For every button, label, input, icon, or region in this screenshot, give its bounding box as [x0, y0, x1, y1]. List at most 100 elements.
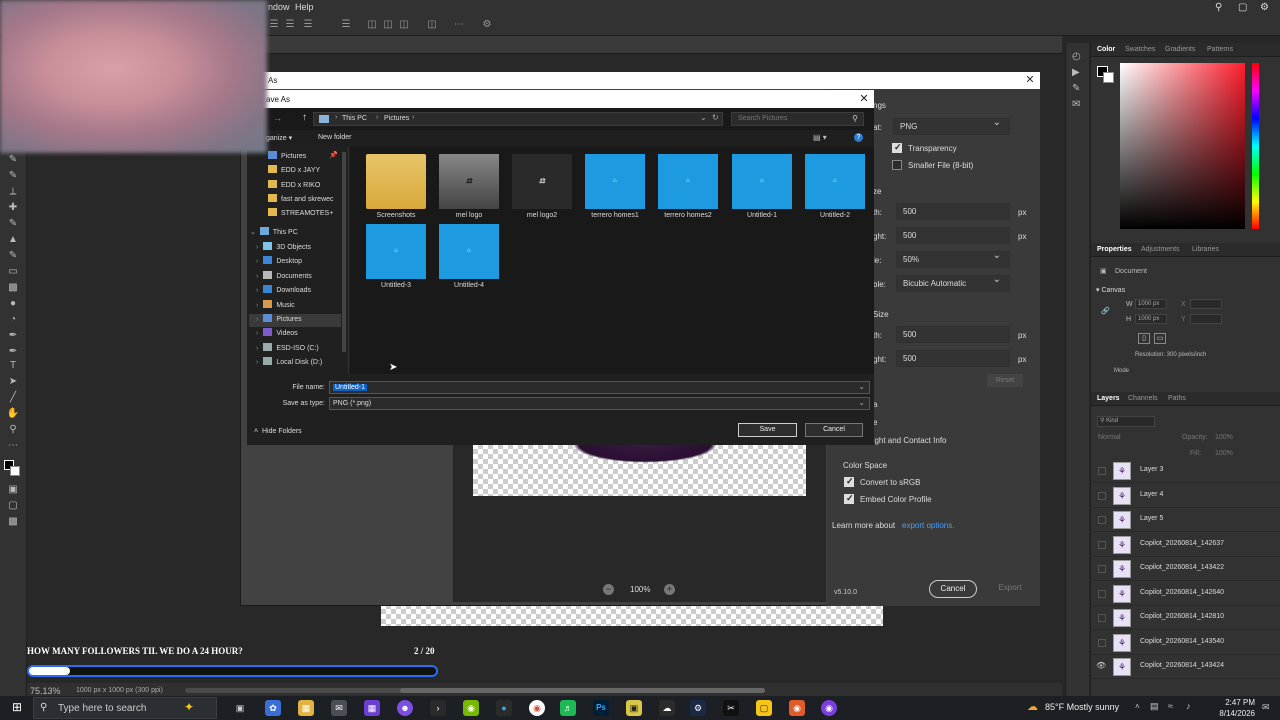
height-field[interactable]: 500: [896, 227, 1010, 244]
spotify-icon[interactable]: ♬: [560, 700, 576, 716]
export-options-link[interactable]: export options.: [902, 521, 954, 530]
scrollbar-thumb[interactable]: [400, 688, 765, 693]
visibility-toggle[interactable]: [1098, 639, 1106, 647]
photoshop-icon[interactable]: Ps: [593, 700, 609, 716]
save-button[interactable]: Save: [738, 423, 797, 437]
comments-icon[interactable]: ✉: [1072, 99, 1080, 110]
layer-row[interactable]: ⚘ Copilot_20260814_142637: [1090, 533, 1280, 557]
play-icon[interactable]: ▶: [1072, 67, 1080, 78]
opacity-field[interactable]: 100%: [1215, 434, 1233, 441]
align-justify-icon[interactable]: ☰: [340, 19, 352, 31]
close-icon[interactable]: ✕: [858, 92, 870, 105]
history-brush-icon[interactable]: ✎: [6, 250, 20, 262]
nav-item-pictures[interactable]: › Pictures: [249, 314, 341, 327]
blur-icon[interactable]: ●: [6, 298, 20, 310]
nav-item-drive-d[interactable]: › Local Disk (D:): [256, 357, 322, 370]
nav-item-folder[interactable]: EDD x JAYY: [268, 165, 320, 178]
tab-swatches[interactable]: Swatches: [1125, 46, 1155, 53]
sticky-notes-icon[interactable]: ▢: [756, 700, 772, 716]
weather-text[interactable]: 85°F Mostly sunny: [1045, 702, 1119, 712]
app-icon[interactable]: ☁: [659, 700, 675, 716]
refresh-icon[interactable]: ↻: [712, 113, 719, 122]
nav-item-documents[interactable]: › Documents: [256, 271, 312, 284]
eyedropper-icon[interactable]: ⟂: [6, 186, 20, 198]
orientation-landscape-icon[interactable]: ▭: [1154, 333, 1166, 344]
reset-button[interactable]: Reset: [987, 374, 1023, 387]
layer-row[interactable]: 👁 ⚘ Copilot_20260814_143424: [1090, 655, 1280, 679]
gear-icon[interactable]: ⚙: [481, 19, 493, 31]
width-field[interactable]: 500: [896, 203, 1010, 220]
align-top-icon[interactable]: ◫: [366, 19, 378, 31]
windows-start-icon[interactable]: ⊞: [10, 700, 24, 714]
visibility-toggle[interactable]: [1098, 590, 1106, 598]
canvas-width-field[interactable]: 500: [896, 326, 1010, 343]
canvas-x-field[interactable]: [1190, 299, 1222, 309]
notifications-icon[interactable]: ✉: [1262, 702, 1270, 713]
forward-arrow-icon[interactable]: →: [273, 113, 282, 123]
chevron-down-icon[interactable]: ⌄: [700, 113, 707, 122]
zoom-level[interactable]: 75.13%: [30, 686, 61, 696]
brush-tool-icon[interactable]: ✎: [6, 154, 20, 166]
edge-icon[interactable]: ●: [496, 700, 512, 716]
canvas-y-field[interactable]: [1190, 314, 1222, 324]
tab-adjustments[interactable]: Adjustments: [1141, 246, 1180, 253]
tab-properties[interactable]: Properties: [1097, 246, 1132, 253]
color-picker-field[interactable]: [1120, 63, 1245, 229]
calendar-app-icon[interactable]: ▦: [364, 700, 380, 716]
link-icon[interactable]: 🔗: [1101, 307, 1110, 315]
settings-icon[interactable]: ⚙: [1260, 2, 1269, 13]
layer-filter-field[interactable]: ⚲ Kind: [1097, 416, 1155, 427]
blend-mode-select[interactable]: Normal: [1098, 434, 1121, 441]
file-item[interactable]: Screenshots: [361, 154, 431, 219]
close-icon[interactable]: ✕: [1024, 73, 1036, 86]
tray-chevron-icon[interactable]: ˄: [1135, 702, 1140, 711]
terminal-icon[interactable]: ›: [430, 700, 446, 716]
steam-icon[interactable]: ⚙: [690, 700, 706, 716]
visibility-toggle[interactable]: [1098, 565, 1106, 573]
chevron-down-icon[interactable]: ⌄: [858, 382, 865, 391]
pen-alt-icon[interactable]: ✒: [6, 346, 20, 358]
file-explorer-icon[interactable]: ▦: [298, 700, 314, 716]
zoom-out-icon[interactable]: −: [603, 584, 614, 595]
pen-icon[interactable]: ✒: [6, 330, 20, 342]
discord-icon[interactable]: ☻: [397, 700, 413, 716]
clock-time[interactable]: 2:47 PM: [1205, 698, 1255, 707]
align-bottom-icon[interactable]: ◫: [398, 19, 410, 31]
search-input[interactable]: Search Pictures ⚲: [731, 112, 864, 126]
mail-icon[interactable]: ✉: [331, 700, 347, 716]
layer-row[interactable]: ⚘ Layer 4: [1090, 484, 1280, 508]
eye-icon[interactable]: 👁: [1096, 661, 1106, 670]
file-item[interactable]: ⚖ mel logo2: [507, 154, 577, 219]
file-item[interactable]: ⌂ Untitled-2: [800, 154, 870, 219]
file-item[interactable]: ⌂ Untitled-4: [434, 224, 504, 289]
screen-mode-icon[interactable]: ▢: [6, 500, 20, 512]
wifi-icon[interactable]: ≈: [1168, 701, 1173, 711]
tab-gradients[interactable]: Gradients: [1165, 46, 1195, 53]
clone-tool-icon[interactable]: ✎: [6, 170, 20, 182]
tab-paths[interactable]: Paths: [1168, 395, 1186, 402]
stamp-icon[interactable]: ▲: [6, 234, 20, 246]
layer-row[interactable]: ⚘ Layer 5: [1090, 508, 1280, 532]
more-tools-icon[interactable]: ⋯: [6, 440, 20, 452]
copilot-icon[interactable]: ✿: [265, 700, 281, 716]
healing-icon[interactable]: ✚: [6, 202, 20, 214]
address-bar[interactable]: › This PC › Pictures › ⌄ ↻: [313, 112, 723, 126]
brush-settings-icon[interactable]: ✎: [1072, 83, 1080, 94]
new-folder-button[interactable]: New folder: [318, 134, 351, 141]
canvas-height-field[interactable]: 500: [896, 350, 1010, 367]
nav-item-desktop[interactable]: › Desktop: [256, 256, 302, 269]
search-icon[interactable]: ⚲: [1215, 2, 1222, 13]
nav-item-downloads[interactable]: › Downloads: [256, 285, 311, 298]
zoom-in-icon[interactable]: +: [664, 584, 675, 595]
notes-icon[interactable]: ▣: [626, 700, 642, 716]
nav-item-folder[interactable]: EDD x RIKO: [268, 180, 320, 193]
up-arrow-icon[interactable]: ↑: [302, 112, 307, 123]
visibility-toggle[interactable]: [1098, 492, 1106, 500]
network-icon[interactable]: ▤: [1150, 701, 1159, 712]
quick-mask-icon[interactable]: ▣: [6, 484, 20, 496]
layer-row[interactable]: ⚘ Copilot_20260814_142810: [1090, 606, 1280, 630]
file-item[interactable]: ⌂ terrero homes2: [653, 154, 723, 219]
dodge-icon[interactable]: ◔: [6, 314, 20, 326]
task-view-icon[interactable]: ▣: [232, 700, 248, 716]
layer-row[interactable]: ⚘ Copilot_20260814_143422: [1090, 557, 1280, 581]
